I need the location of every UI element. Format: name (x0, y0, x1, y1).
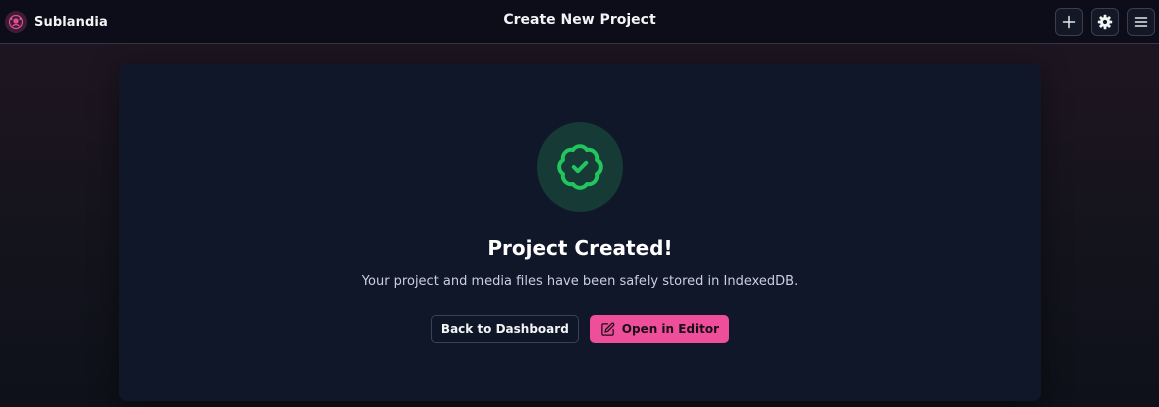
back-to-dashboard-button[interactable]: Back to Dashboard (430, 315, 579, 343)
badge-check-icon (555, 142, 605, 192)
success-badge (537, 122, 623, 212)
success-title: Project Created! (487, 236, 673, 260)
menu-button[interactable] (1127, 8, 1155, 36)
menu-icon (1134, 15, 1148, 29)
page-title: Create New Project (503, 12, 656, 28)
plus-icon (1062, 15, 1076, 29)
gear-icon (1097, 14, 1113, 30)
top-bar: Sublandia Create New Project (0, 0, 1159, 44)
back-to-dashboard-label: Back to Dashboard (440, 322, 569, 336)
edit-icon (600, 322, 615, 337)
header-actions (1055, 8, 1155, 36)
success-description: Your project and media files have been s… (361, 274, 799, 289)
success-actions: Back to Dashboard Open in Editor (119, 315, 1041, 343)
settings-button[interactable] (1091, 8, 1119, 36)
new-project-button[interactable] (1055, 8, 1083, 36)
success-card: Project Created! Your project and media … (119, 64, 1041, 401)
open-in-editor-label: Open in Editor (621, 322, 720, 336)
open-in-editor-button[interactable]: Open in Editor (589, 315, 730, 343)
